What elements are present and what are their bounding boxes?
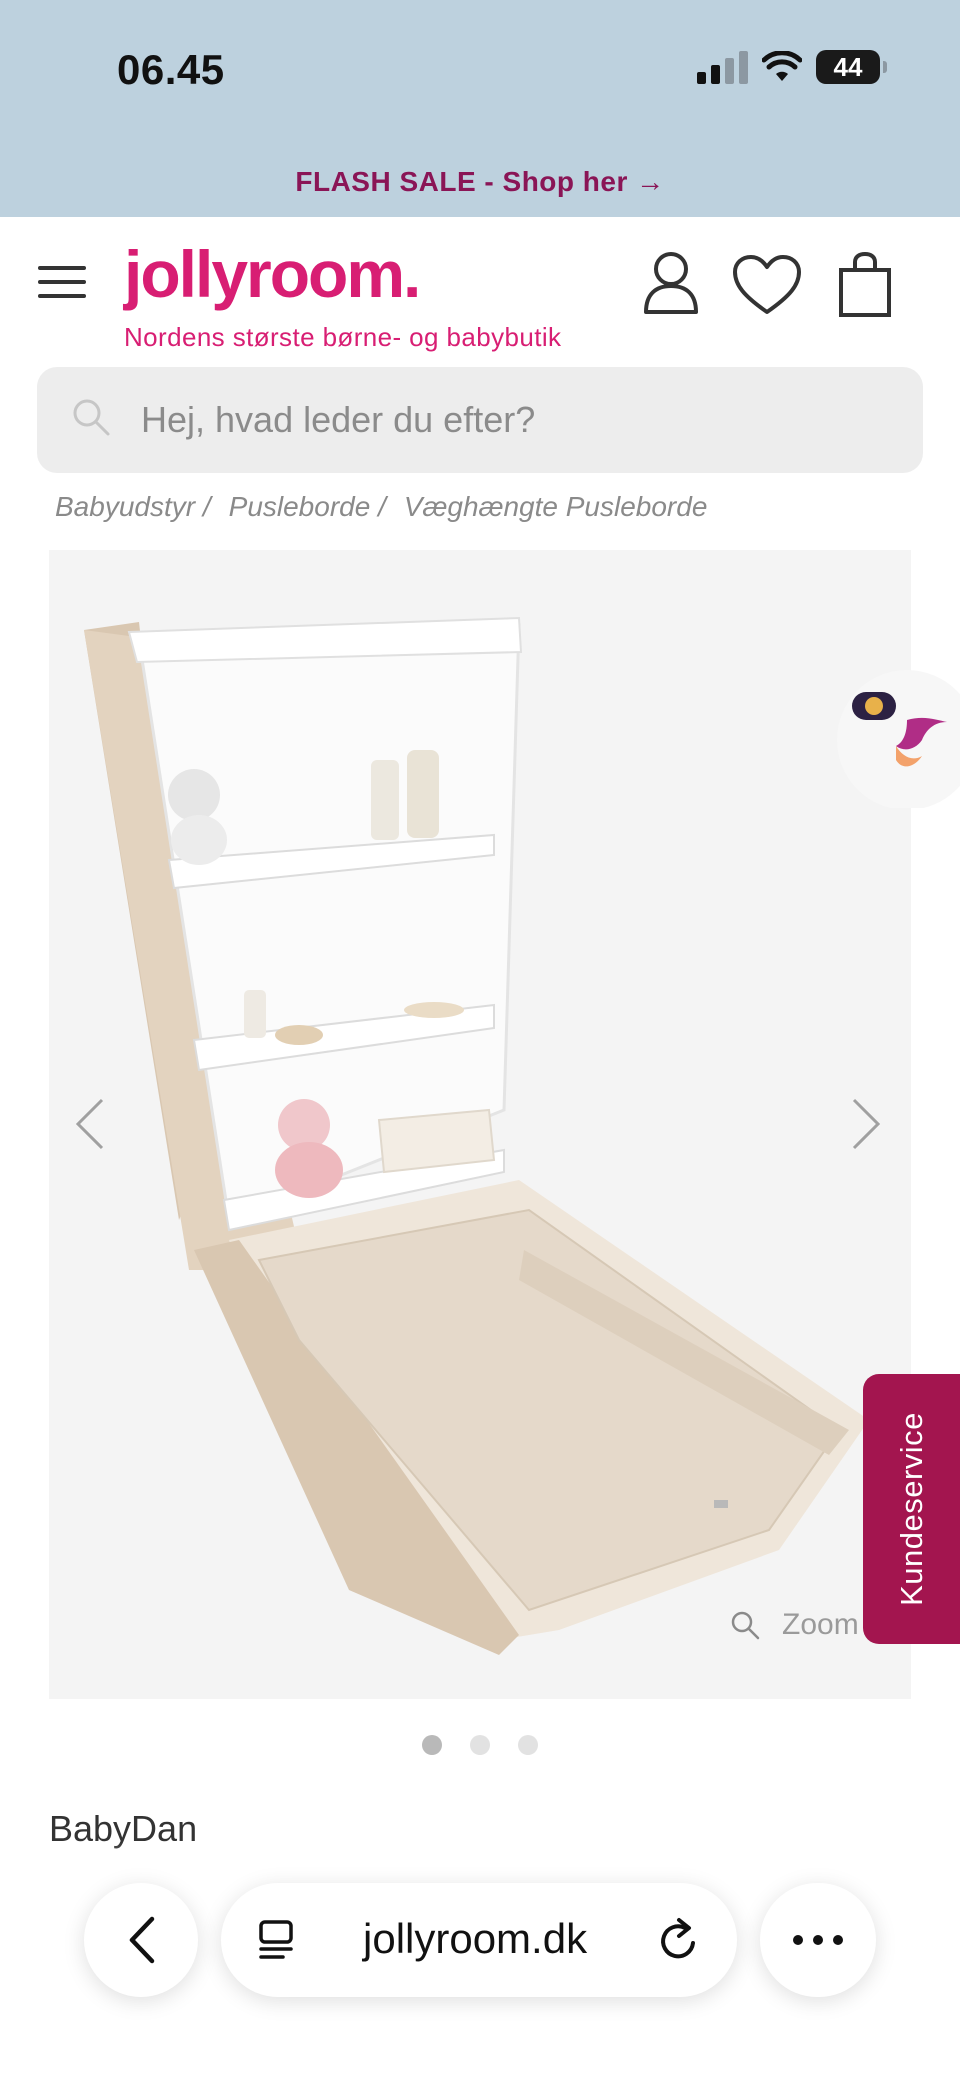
hamburger-menu-icon[interactable] — [38, 266, 86, 298]
site-logo[interactable]: jollyroom. — [124, 236, 421, 312]
chevron-right-icon[interactable] — [850, 1096, 884, 1152]
browser-url: jollyroom.dk — [363, 1915, 588, 1962]
zoom-button[interactable]: Zoom — [730, 1608, 859, 1642]
reload-icon[interactable] — [657, 1917, 701, 1963]
wishlist-heart-icon[interactable] — [732, 254, 802, 316]
carousel-dot[interactable] — [422, 1735, 442, 1755]
wifi-icon — [762, 51, 802, 81]
battery-level: 44 — [833, 51, 863, 82]
status-time: 06.45 — [117, 46, 225, 93]
assistant-bird-icon[interactable] — [812, 660, 960, 808]
browser-address-bar[interactable]: jollyroom.dk — [221, 1883, 737, 1997]
breadcrumb-item[interactable]: Væghængte Pusleborde — [404, 491, 708, 523]
breadcrumb: Babyudstyr / Pusleborde / Væghængte Pusl… — [55, 491, 707, 523]
back-arrow-icon — [129, 1916, 155, 1964]
search-icon — [73, 399, 110, 436]
carousel-dots — [0, 1735, 960, 1755]
breadcrumb-item[interactable]: Babyudstyr / — [55, 491, 211, 523]
product-image[interactable] — [49, 550, 911, 1699]
search-input[interactable] — [141, 367, 901, 473]
status-icons: 44 — [697, 50, 887, 84]
carousel-dot[interactable] — [470, 1735, 490, 1755]
cellular-signal-icon — [697, 50, 748, 84]
carousel-dot[interactable] — [518, 1735, 538, 1755]
search-bar[interactable] — [37, 367, 923, 473]
site-tagline: Nordens største børne- og babybutik — [124, 322, 562, 352]
tab-overview-icon — [259, 1920, 293, 1959]
changing-table-illustration — [84, 616, 869, 1655]
breadcrumb-item[interactable]: Pusleborde / — [229, 491, 386, 523]
zoom-label: Zoom — [782, 1608, 859, 1641]
shopping-bag-icon[interactable] — [838, 252, 892, 318]
more-dots-icon — [793, 1935, 843, 1945]
customer-service-tab[interactable]: Kundeservice — [863, 1374, 960, 1644]
flash-sale-link[interactable]: FLASH SALE - Shop her → — [0, 166, 960, 198]
magnifier-icon — [731, 1611, 760, 1640]
customer-service-label: Kundeservice — [893, 1412, 929, 1606]
browser-back-button[interactable] — [84, 1883, 198, 1997]
account-icon[interactable] — [642, 250, 700, 314]
browser-more-button[interactable] — [760, 1883, 876, 1997]
chevron-left-icon[interactable] — [72, 1096, 106, 1152]
battery-icon: 44 — [816, 50, 887, 84]
